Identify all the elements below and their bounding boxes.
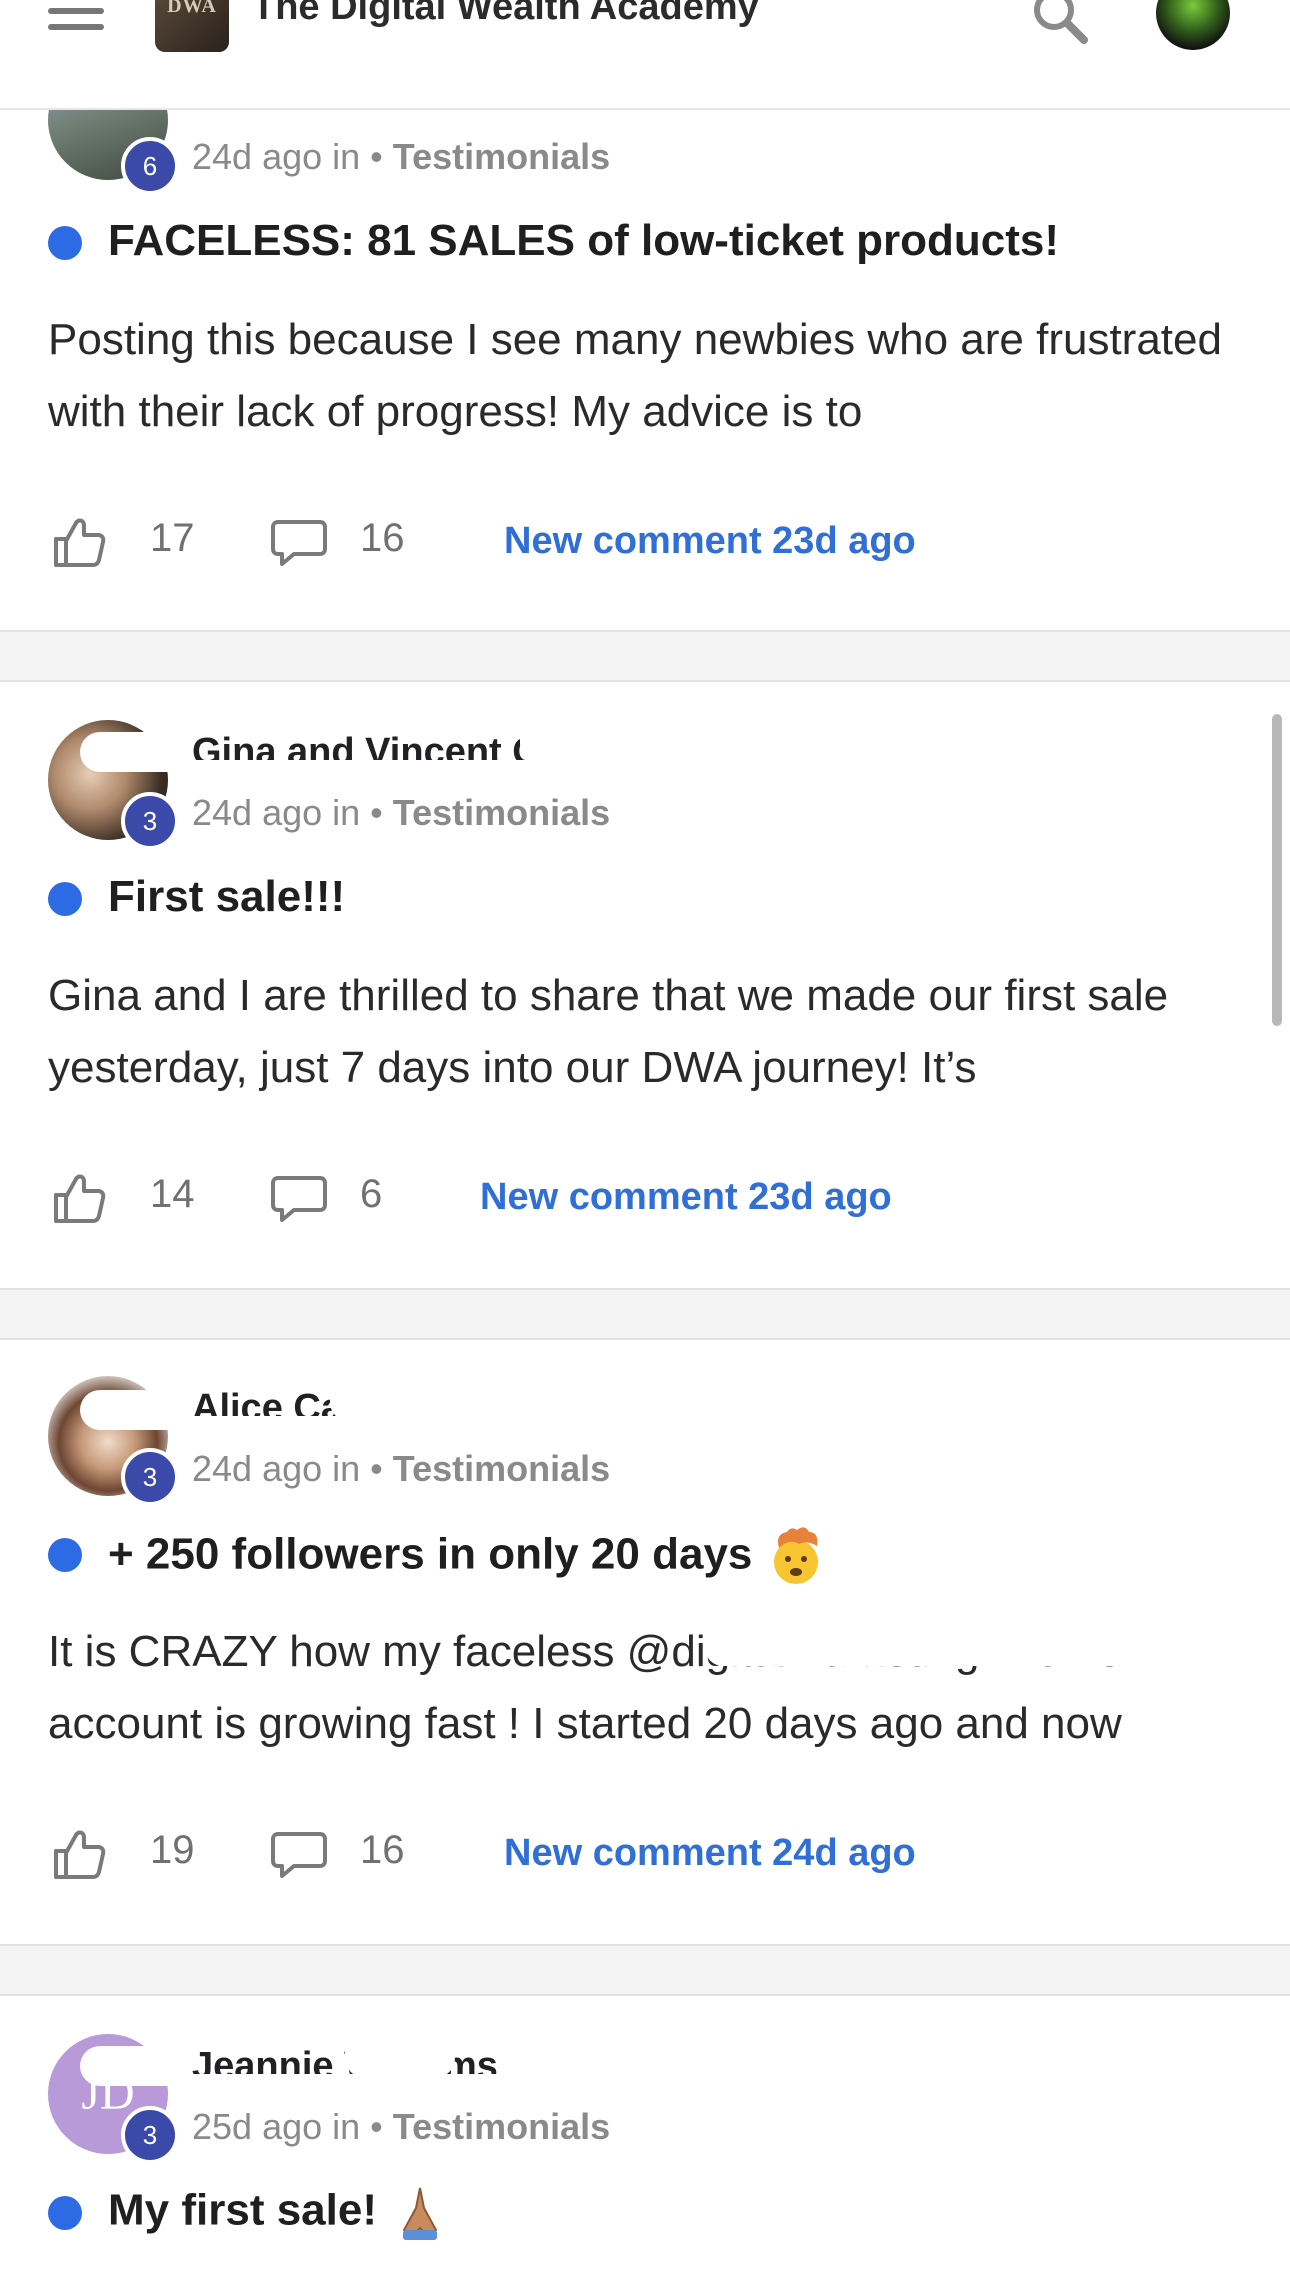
post-card[interactable]: 3 Alice Ca 24d ago in • Testimonials + 2…: [0, 1340, 1290, 1944]
post-title[interactable]: First sale!!!: [108, 872, 345, 922]
new-comment-link[interactable]: New comment 23d ago: [504, 520, 916, 563]
like-icon[interactable]: [52, 1171, 106, 1225]
post-time: 24d ago in: [192, 136, 361, 177]
category-link[interactable]: Testimonials: [393, 1448, 610, 1489]
post-meta: 24d ago in • Testimonials: [192, 792, 610, 834]
top-bar: DWA The Digital Wealth Academy: [0, 0, 1290, 110]
search-icon[interactable]: [1030, 0, 1090, 46]
unread-indicator: [48, 226, 82, 260]
comment-icon[interactable]: [270, 518, 328, 568]
level-badge: 3: [121, 2106, 179, 2164]
new-comment-link[interactable]: New comment 23d ago: [480, 1176, 892, 1219]
unread-indicator: [48, 1538, 82, 1572]
like-count: 17: [150, 516, 195, 560]
redaction: [345, 2032, 455, 2078]
post-meta: 25d ago in • Testimonials: [192, 2106, 610, 2148]
menu-icon[interactable]: [48, 0, 106, 40]
post-card[interactable]: JD 3 Jeannie Williams 25d ago in • Testi…: [0, 1996, 1290, 2293]
redaction: [520, 718, 960, 764]
like-count: 14: [150, 1172, 195, 1216]
level-badge: 3: [121, 792, 179, 850]
post-title-text: + 250 followers in only 20 days: [108, 1529, 753, 1579]
unread-indicator: [48, 2196, 82, 2230]
category-link[interactable]: Testimonials: [393, 2106, 610, 2147]
bullet-separator: •: [370, 1448, 393, 1489]
post-time: 24d ago in: [192, 792, 361, 833]
redaction: [330, 1376, 490, 1422]
post-time: 25d ago in: [192, 2106, 361, 2147]
post-divider: [0, 1944, 1290, 1996]
post-card[interactable]: 6 24d ago in • Testimonials FACELESS: 81…: [0, 60, 1290, 630]
comment-icon[interactable]: [270, 1174, 328, 1224]
redaction: [705, 1630, 1245, 1666]
exploding-head-icon: [773, 1527, 818, 1584]
redaction: [80, 1390, 200, 1430]
post-divider: [0, 1288, 1290, 1340]
comment-count: 16: [360, 516, 405, 560]
post-title[interactable]: + 250 followers in only 20 days: [108, 1526, 827, 1588]
level-badge: 6: [121, 137, 179, 195]
redaction: [80, 2046, 200, 2086]
user-avatar[interactable]: [1156, 0, 1230, 50]
redaction: [80, 732, 200, 772]
like-icon[interactable]: [52, 515, 106, 569]
post-divider: [0, 630, 1290, 682]
folded-hands-icon: [403, 2187, 438, 2240]
bullet-separator: •: [370, 136, 393, 177]
post-meta: 24d ago in • Testimonials: [192, 1448, 610, 1490]
post-meta: 24d ago in • Testimonials: [192, 136, 610, 178]
group-logo[interactable]: DWA: [155, 0, 229, 52]
post-title-text: My first sale!: [108, 2185, 377, 2235]
post-card[interactable]: 3 Gina and Vincent G 24d ago in • Testim…: [0, 682, 1290, 1288]
category-link[interactable]: Testimonials: [393, 792, 610, 833]
post-title[interactable]: My first sale!: [108, 2182, 451, 2244]
scrollbar[interactable]: [1272, 714, 1282, 1026]
post-body[interactable]: Posting this because I see many newbies …: [48, 304, 1248, 448]
post-body[interactable]: Gina and I are thrilled to share that we…: [48, 960, 1248, 1104]
post-title[interactable]: FACELESS: 81 SALES of low-ticket product…: [108, 216, 1059, 266]
post-time: 24d ago in: [192, 1448, 361, 1489]
comment-count: 6: [360, 1172, 383, 1216]
bullet-separator: •: [370, 792, 393, 833]
level-badge: 3: [121, 1448, 179, 1506]
category-link[interactable]: Testimonials: [393, 136, 610, 177]
unread-indicator: [48, 882, 82, 916]
comment-icon[interactable]: [270, 1830, 328, 1880]
group-title[interactable]: The Digital Wealth Academy: [252, 0, 759, 29]
bullet-separator: •: [370, 2106, 393, 2147]
new-comment-link[interactable]: New comment 24d ago: [504, 1832, 916, 1875]
like-icon[interactable]: [52, 1827, 106, 1881]
like-count: 19: [150, 1828, 195, 1872]
comment-count: 16: [360, 1828, 405, 1872]
